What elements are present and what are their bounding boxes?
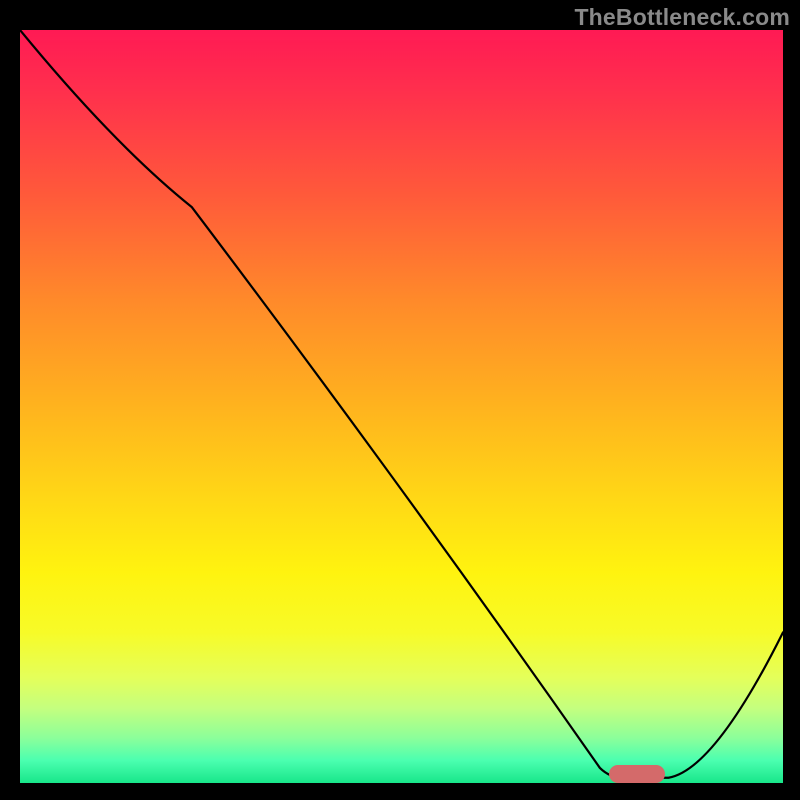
heat-gradient	[20, 30, 783, 783]
watermark-text: TheBottleneck.com	[574, 4, 790, 31]
chart-frame: TheBottleneck.com	[0, 0, 800, 800]
plot-area	[20, 30, 783, 783]
